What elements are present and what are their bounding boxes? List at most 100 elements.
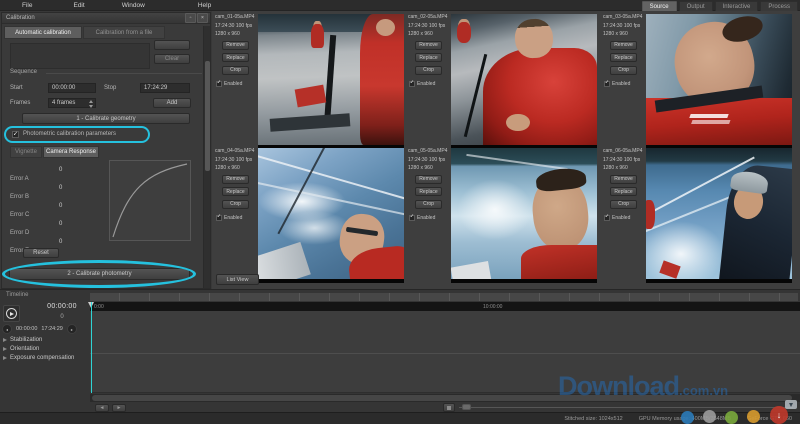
remove-button[interactable]: Remove <box>610 41 637 50</box>
replace-button[interactable]: Replace <box>415 53 442 62</box>
replace-button[interactable]: Replace <box>415 187 442 196</box>
step-back-button[interactable]: ◄ <box>95 404 109 412</box>
status-bar: Stitched size: 1024x512 GPU Memory usage… <box>0 412 800 424</box>
enabled-checkbox[interactable]: ✓ <box>409 215 415 221</box>
range-row: ◂ 00:00:00 17:24:29 ▸ <box>2 324 92 334</box>
tab-automatic-calibration[interactable]: Automatic calibration <box>4 26 82 39</box>
timeline-hscrollbar-thumb[interactable] <box>92 395 792 401</box>
float-panel-icon[interactable]: ▫ <box>185 13 196 23</box>
calibrate-photometry-button[interactable]: 2 - Calibrate photometry <box>9 268 190 280</box>
range-end-icon[interactable]: ▸ <box>67 324 77 334</box>
menu-help[interactable]: Help <box>198 2 211 9</box>
enabled-checkbox[interactable]: ✓ <box>604 215 610 221</box>
error-c-row: Error C 0 <box>10 203 100 221</box>
play-button[interactable] <box>3 305 20 322</box>
crop-button[interactable]: Crop <box>415 200 442 209</box>
close-panel-icon[interactable]: × <box>197 13 208 23</box>
add-button[interactable]: Add <box>153 98 191 108</box>
photometric-checkbox-label: Photometric calibration parameters <box>23 131 116 137</box>
calibration-file-list[interactable] <box>10 43 150 69</box>
logo-circle-orange <box>747 410 760 423</box>
expand-arrow-icon[interactable] <box>3 338 7 342</box>
clear-button[interactable]: Clear <box>154 54 190 64</box>
timeline-zoom-button[interactable] <box>443 403 455 412</box>
error-d-label: Error D <box>10 230 29 236</box>
track-stabilization[interactable]: Stabilization <box>3 337 42 343</box>
calibration-panel-title: Calibration <box>6 15 35 21</box>
error-c-label: Error C <box>10 212 29 218</box>
crop-button[interactable]: Crop <box>222 66 249 75</box>
remove-button[interactable]: Remove <box>222 41 249 50</box>
replace-button[interactable]: Replace <box>610 187 637 196</box>
step-forward-button[interactable]: ► <box>112 404 126 412</box>
start-time-field[interactable]: 00:00:00 <box>48 83 96 93</box>
camera-3-thumbnail[interactable] <box>646 14 792 149</box>
reset-button[interactable]: Reset <box>23 248 59 258</box>
thumb-art-logo <box>689 114 728 118</box>
enabled-checkbox[interactable]: ✓ <box>216 215 222 221</box>
timeline-ruler[interactable]: 0:00 10:00:00 <box>90 302 800 311</box>
menu-file[interactable]: File <box>22 2 32 9</box>
stop-time-field[interactable]: 17:24:29 <box>140 83 190 93</box>
crop-button[interactable]: Crop <box>610 200 637 209</box>
track-orientation[interactable]: Orientation <box>3 346 39 352</box>
timeline-zoom-slider[interactable] <box>459 407 793 408</box>
camera-1-thumbnail[interactable] <box>258 14 404 149</box>
thumb-art-jacket <box>521 245 597 279</box>
menu-window[interactable]: Window <box>122 2 145 9</box>
timeline-tracks-area[interactable] <box>90 311 800 393</box>
frames-spinner[interactable]: 4 frames <box>48 98 96 108</box>
remove-button[interactable]: Remove <box>610 175 637 184</box>
camera-2-thumbnail[interactable] <box>451 14 597 149</box>
error-a-label: Error A <box>10 176 29 182</box>
remove-button[interactable]: Remove <box>415 41 442 50</box>
enabled-checkbox[interactable]: ✓ <box>216 81 222 87</box>
play-icon <box>6 308 17 319</box>
track-exposure-compensation[interactable]: Exposure compensation <box>3 355 74 361</box>
remove-button[interactable]: Remove <box>222 175 249 184</box>
range-start-icon[interactable]: ◂ <box>2 324 12 334</box>
thumb-art-glare <box>457 179 533 239</box>
expand-arrow-icon[interactable] <box>3 356 7 360</box>
ruler-mid-label: 10:00:00 <box>483 304 502 310</box>
tab-calibration-from-file[interactable]: Calibration from a file <box>83 26 165 39</box>
tab-camera-response[interactable]: Camera Response <box>43 146 99 158</box>
enabled-checkbox[interactable]: ✓ <box>604 81 610 87</box>
timeline-hscrollbar[interactable] <box>90 394 800 402</box>
thumb-art-boat <box>451 261 492 283</box>
crop-button[interactable]: Crop <box>222 200 249 209</box>
thumb-art-crew <box>646 200 655 229</box>
camera-2-timecode: 17:24:30 100 fps <box>408 23 451 29</box>
camera-4-thumbnail[interactable] <box>258 148 404 283</box>
frames-value: 4 frames <box>52 100 75 106</box>
replace-button[interactable]: Replace <box>222 187 249 196</box>
logo-circle-green <box>725 411 738 424</box>
playhead-line[interactable] <box>91 302 92 393</box>
expand-arrow-icon[interactable] <box>3 347 7 351</box>
list-view-button[interactable]: List View <box>216 274 259 285</box>
panel-scrollbar-thumb[interactable] <box>205 61 210 171</box>
panel-scrollbar[interactable] <box>203 26 210 288</box>
timeline-overview-strip[interactable] <box>90 293 798 301</box>
camera-cell-3: cam_03-05a.MP4 17:24:30 100 fps 1280 x 9… <box>602 14 794 145</box>
replace-button[interactable]: Replace <box>222 53 249 62</box>
camera-2-info: cam_02-05a.MP4 17:24:30 100 fps 1280 x 9… <box>407 14 451 145</box>
list-extra-button[interactable] <box>154 40 190 50</box>
sequence-divider <box>46 73 202 74</box>
menu-edit[interactable]: Edit <box>73 2 84 9</box>
enabled-checkbox[interactable]: ✓ <box>409 81 415 87</box>
camera-6-thumbnail[interactable] <box>646 148 792 283</box>
replace-button[interactable]: Replace <box>610 53 637 62</box>
crop-button[interactable]: Crop <box>610 66 637 75</box>
photometric-checkbox[interactable]: ✓ <box>12 131 19 138</box>
camera-4-filename: cam_04-05a.MP4 <box>215 148 258 154</box>
crop-button[interactable]: Crop <box>415 66 442 75</box>
timeline-zoom-slider-handle[interactable] <box>462 404 471 410</box>
tab-vignette[interactable]: Vignette <box>10 146 42 158</box>
camera-3-resolution: 1280 x 960 <box>603 31 646 37</box>
calibrate-geometry-button[interactable]: 1 - Calibrate geometry <box>22 113 190 124</box>
error-a-row: Error A 0 <box>10 167 100 185</box>
camera-5-thumbnail[interactable] <box>451 148 597 283</box>
remove-button[interactable]: Remove <box>415 175 442 184</box>
spinner-arrows-icon[interactable] <box>87 100 94 108</box>
